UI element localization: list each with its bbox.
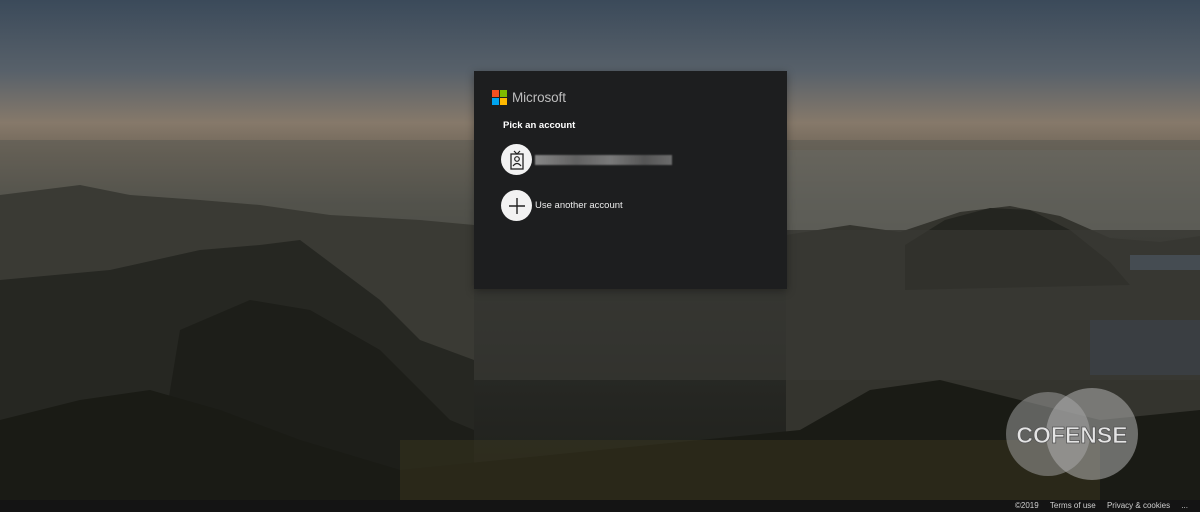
account-tile[interactable] [501,144,672,175]
page-title: Pick an account [503,120,576,131]
cofense-watermark: COFENSE [1004,384,1140,484]
privacy-cookies-link[interactable]: Privacy & cookies [1107,501,1170,510]
brand-name: Microsoft [512,90,566,105]
use-another-account-label: Use another account [535,200,623,211]
account-email-redacted [535,154,672,165]
terms-of-use-link[interactable]: Terms of use [1050,501,1096,510]
page-footer: ©2019 Terms of use Privacy & cookies ... [0,500,1200,512]
cofense-watermark-text: COFENSE [1016,422,1127,448]
plus-icon [501,190,532,221]
microsoft-logo: Microsoft [492,90,566,105]
copyright: ©2019 [1014,501,1039,510]
use-another-account-button[interactable]: Use another account [501,190,623,221]
microsoft-logo-icon [492,90,507,105]
more-options-link[interactable]: ... [1181,501,1188,510]
signin-dialog: Microsoft Pick an account Use another ac… [474,71,787,289]
user-badge-icon [501,144,532,175]
